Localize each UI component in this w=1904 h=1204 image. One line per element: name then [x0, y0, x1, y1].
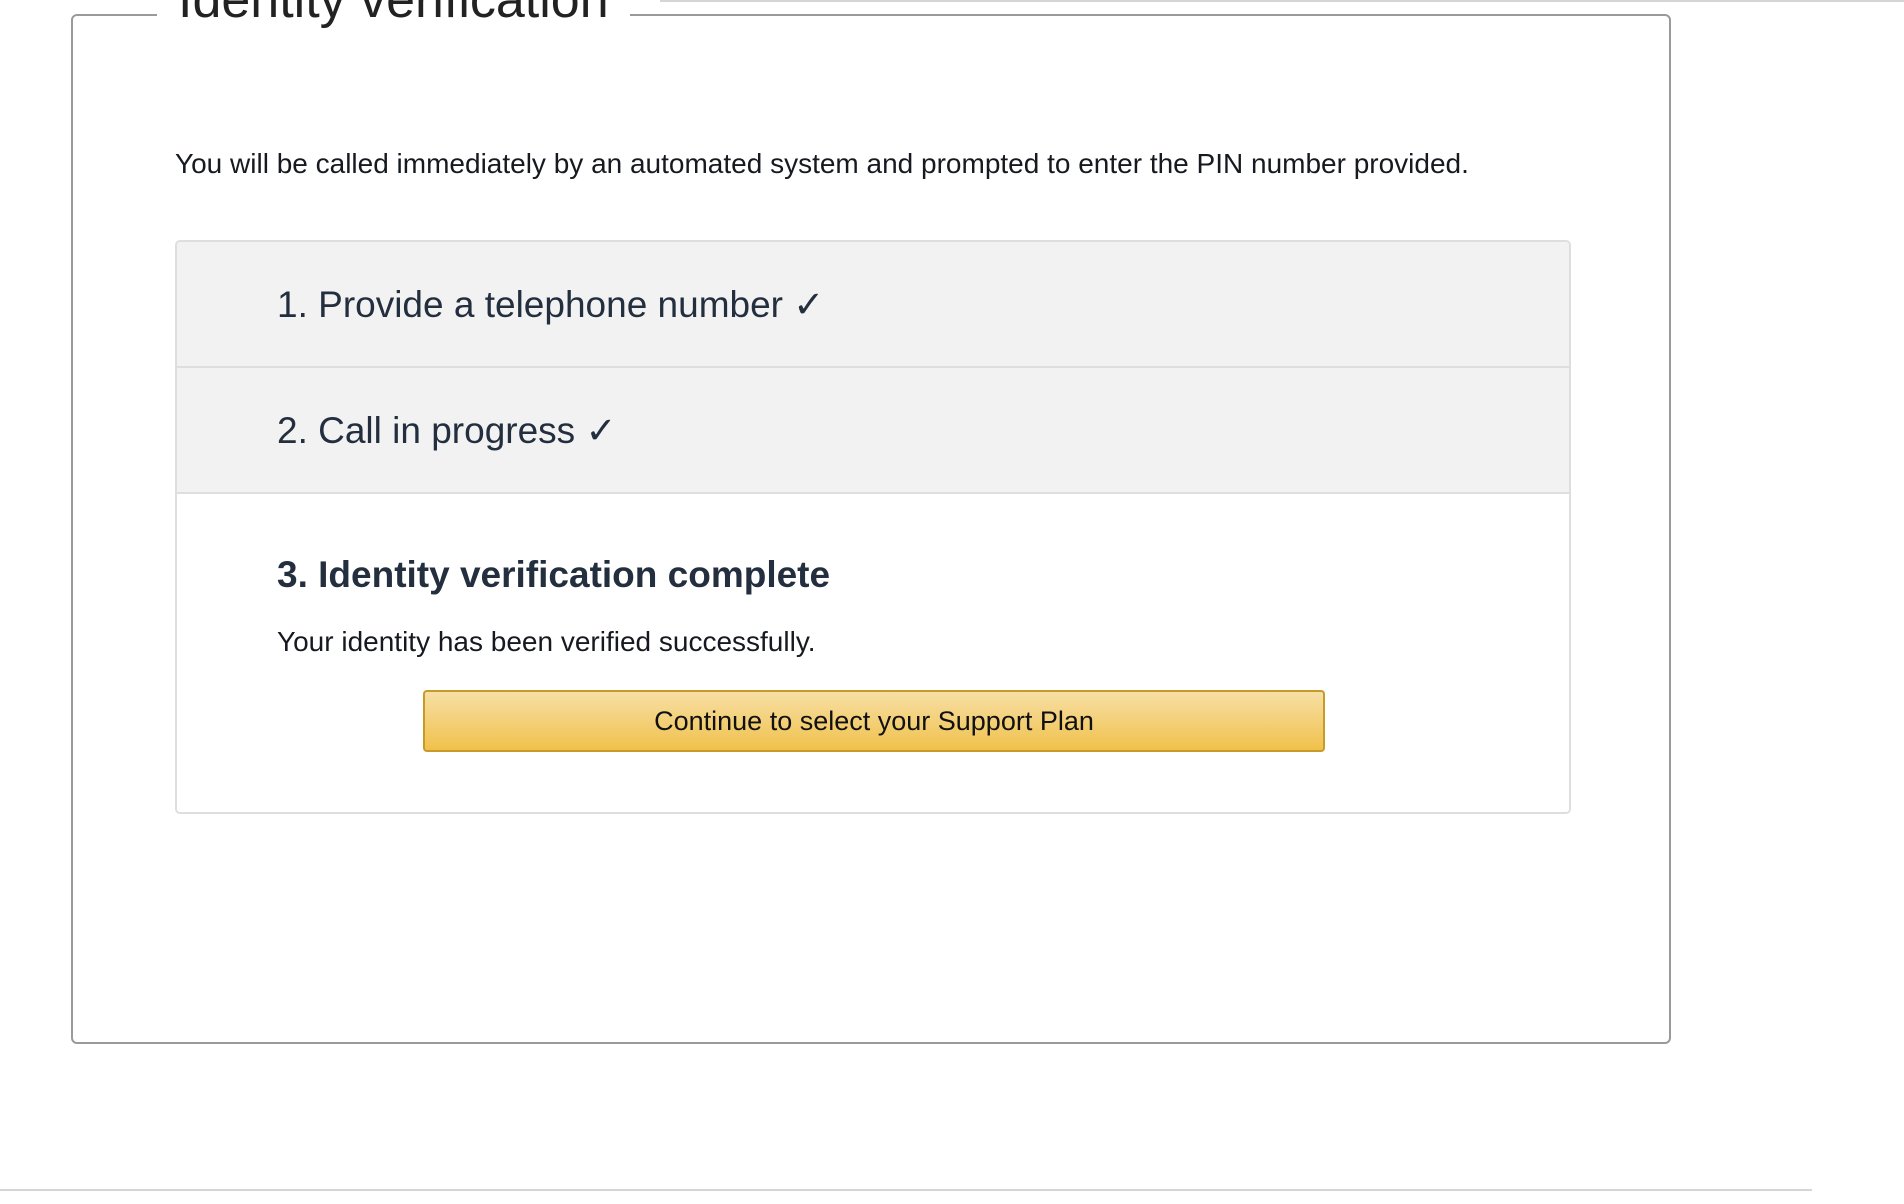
top-divider [660, 0, 1904, 2]
intro-text: You will be called immediately by an aut… [175, 148, 1469, 179]
bottom-divider [0, 1189, 1812, 1191]
panel-title: Identity verification [157, 0, 630, 30]
steps-list: 1. Provide a telephone number ✓ 2. Call … [175, 240, 1571, 814]
identity-verification-panel: Identity verification You will be called… [71, 0, 1671, 1044]
step-provide-phone: 1. Provide a telephone number ✓ [177, 242, 1569, 368]
step-call-in-progress-label: 2. Call in progress ✓ [277, 409, 617, 451]
continue-support-plan-button[interactable]: Continue to select your Support Plan [423, 690, 1325, 752]
step-provide-phone-label: 1. Provide a telephone number ✓ [277, 283, 825, 325]
verification-success-message: Your identity has been verified successf… [277, 626, 816, 657]
step-verification-complete-label: 3. Identity verification complete [277, 554, 831, 595]
page: Identity verification You will be called… [0, 0, 1904, 1204]
step-verification-complete: 3. Identity verification complete Your i… [177, 494, 1569, 812]
step-call-in-progress: 2. Call in progress ✓ [177, 368, 1569, 494]
